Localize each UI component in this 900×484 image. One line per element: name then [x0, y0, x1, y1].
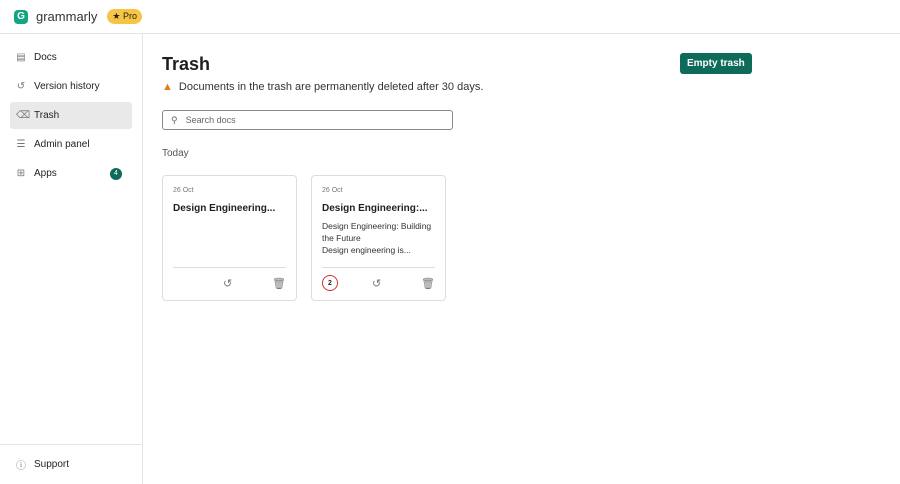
sliders-icon: ☰: [16, 139, 26, 150]
trash-icon: ⌫: [16, 110, 31, 121]
sidebar: ▤ Docs ↺ Version history ⌫ Trash ☰ Admin pan…: [0, 34, 143, 484]
top-bar: G grammarly ★ Pro: [0, 0, 900, 34]
page-title: Trash: [162, 54, 211, 74]
sidebar-item-label: Version history: [34, 81, 100, 92]
warning-message: ▲ Documents in the trash are permanently …: [162, 81, 900, 93]
issue-count-badge: 2: [322, 275, 338, 291]
sidebar-item-label: Admin panel: [34, 139, 90, 150]
sidebar-item-label: Apps: [34, 168, 57, 179]
card-date: 26 Oct: [173, 187, 194, 194]
sidebar-item-label: Trash: [34, 110, 60, 121]
restore-icon[interactable]: ↺: [223, 277, 232, 290]
doc-card[interactable]: 26 Oct Design Engineering... ↺ 🗑: [162, 175, 297, 301]
section-heading: Today: [162, 148, 189, 159]
card-date: 26 Oct: [322, 187, 343, 194]
restore-icon[interactable]: ↺: [372, 277, 381, 290]
warning-text: Documents in the trash are permanently d…: [178, 81, 484, 93]
apps-count-badge: 4: [110, 167, 122, 180]
grammarly-logo-icon: G: [14, 9, 28, 24]
pro-badge: ★ Pro: [107, 9, 142, 24]
sidebar-item-trash[interactable]: ⌫ Trash: [10, 102, 132, 129]
document-icon: ▤: [16, 52, 26, 63]
apps-icon: ⊞: [16, 168, 26, 179]
preview-line: Design engineering is...: [322, 245, 411, 255]
search-icon: ⚲: [171, 114, 178, 125]
empty-trash-button[interactable]: Empty trash: [680, 53, 752, 74]
search-input[interactable]: ⚲ Search docs: [162, 110, 453, 130]
history-icon: ↺: [16, 81, 26, 92]
card-preview: Design Engineering: Building the Future D…: [322, 220, 435, 256]
sidebar-item-label: Docs: [34, 52, 57, 63]
delete-icon[interactable]: 🗑: [421, 277, 435, 290]
warning-icon: ▲: [162, 81, 173, 93]
card-footer: ↺ 🗑: [173, 267, 286, 300]
sidebar-item-version-history[interactable]: ↺ Version history: [10, 73, 132, 100]
delete-icon[interactable]: 🗑: [272, 277, 286, 290]
sidebar-item-docs[interactable]: ▤ Docs: [10, 44, 132, 71]
card-footer: 2 ↺ 🗑: [322, 267, 435, 300]
help-icon: ⓘ: [16, 461, 26, 472]
sidebar-item-apps[interactable]: ⊞ Apps 4: [10, 160, 132, 187]
card-title: Design Engineering:...: [322, 203, 428, 214]
card-title: Design Engineering...: [173, 203, 276, 214]
search-placeholder: Search docs: [185, 115, 236, 125]
sidebar-item-admin-panel[interactable]: ☰ Admin panel: [10, 131, 132, 158]
support-label: Support: [34, 459, 70, 470]
preview-line: Design Engineering: Building the Future: [322, 221, 432, 243]
brand-name: grammarly: [36, 9, 98, 24]
main-content: Trash Empty trash ▲ Documents in the tras…: [162, 34, 900, 301]
doc-card[interactable]: 26 Oct Design Engineering:... Design Eng…: [311, 175, 446, 301]
support-link[interactable]: ⓘ Support: [0, 444, 142, 484]
